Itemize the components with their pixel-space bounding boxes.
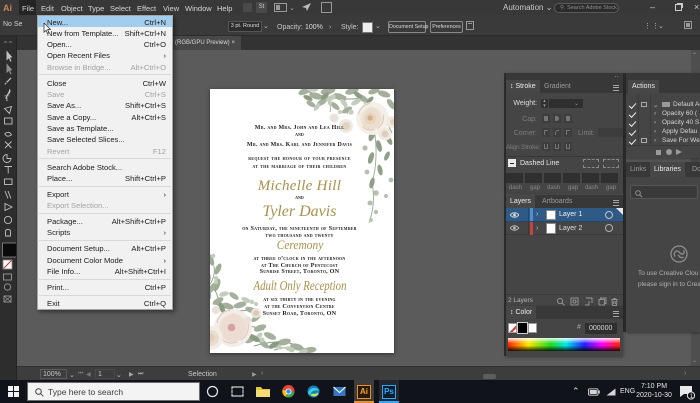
svg-text:T: T <box>5 94 10 103</box>
